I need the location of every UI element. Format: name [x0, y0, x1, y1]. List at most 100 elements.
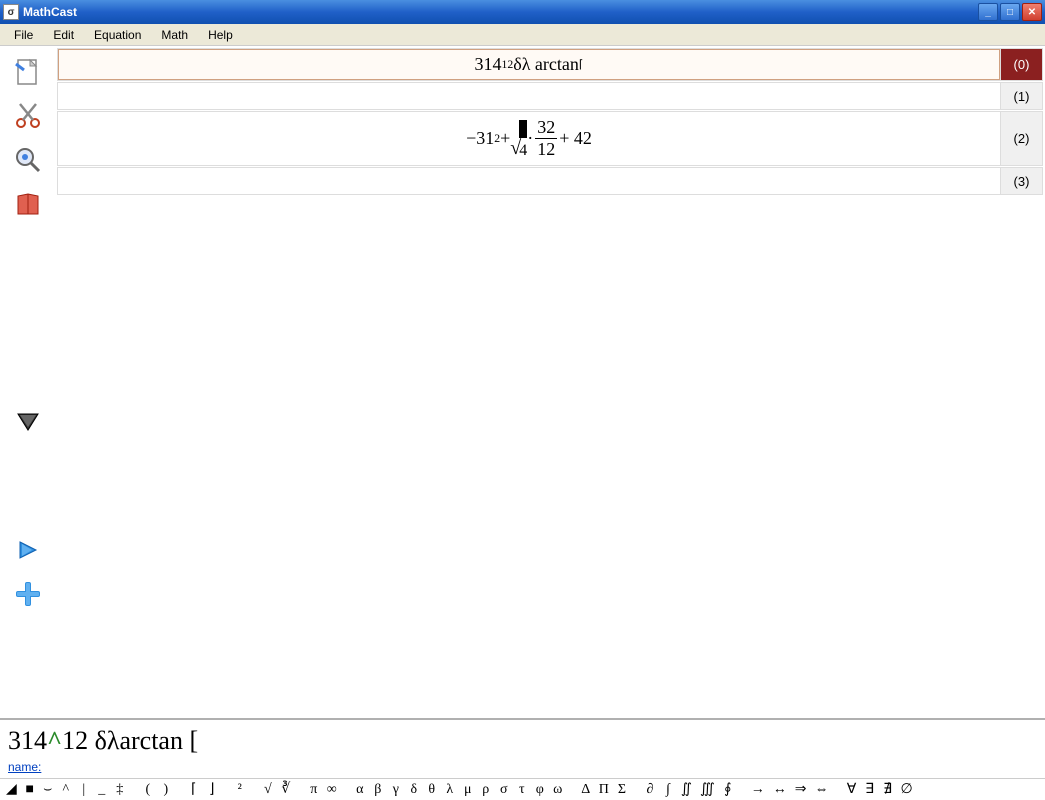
- equation-row-1[interactable]: (1): [57, 82, 1043, 110]
- symbol-32[interactable]: φ: [531, 782, 549, 798]
- menu-math[interactable]: Math: [151, 26, 198, 44]
- eq2-sqrt-arg: 4: [519, 142, 527, 159]
- scissors-icon: [12, 100, 44, 132]
- symbol-24[interactable]: γ: [387, 782, 405, 798]
- menubar: File Edit Equation Math Help: [0, 24, 1045, 46]
- new-doc-icon: [12, 56, 44, 88]
- symbol-4[interactable]: |: [75, 782, 93, 798]
- symbol-50[interactable]: ∀: [843, 781, 861, 798]
- equation-input[interactable]: 314^12 δλarctan [: [0, 720, 1045, 758]
- symbol-20[interactable]: ∞: [323, 782, 341, 798]
- new-document-button[interactable]: [8, 52, 48, 92]
- symbol-0[interactable]: ◢: [2, 781, 21, 798]
- bottom-panel: 314^12 δλarctan [ name: ◢■⌣^|_‡ () ⌈⌋ ² √∛ π∞…: [0, 718, 1045, 800]
- symbol-42[interactable]: ∭: [696, 781, 719, 798]
- symbol-9[interactable]: ): [157, 782, 175, 798]
- symbol-43[interactable]: ∮: [719, 781, 737, 798]
- symbol-47[interactable]: ⇒: [791, 781, 811, 798]
- equation-number-0: (0): [1000, 49, 1042, 80]
- cut-button[interactable]: [8, 96, 48, 136]
- equation-content-1[interactable]: [58, 83, 1000, 109]
- symbol-17[interactable]: ∛: [277, 781, 295, 798]
- symbol-29[interactable]: ρ: [477, 782, 495, 798]
- eq2-dot: ·: [527, 128, 533, 149]
- close-button[interactable]: ✕: [1022, 3, 1042, 21]
- symbol-25[interactable]: δ: [405, 782, 423, 798]
- menu-file[interactable]: File: [4, 26, 43, 44]
- symbol-2[interactable]: ⌣: [39, 782, 57, 798]
- symbol-19[interactable]: π: [305, 782, 323, 798]
- equation-panel: 31412δλ arctan⌈ (0) (1) −312 + √ 4 ·: [55, 46, 1045, 718]
- eq2-lead: −31: [466, 128, 494, 149]
- preview-button[interactable]: [8, 140, 48, 180]
- symbol-11[interactable]: ⌈: [185, 781, 203, 798]
- name-link[interactable]: name:: [8, 760, 41, 774]
- symbol-35[interactable]: Δ: [577, 782, 595, 798]
- maximize-button[interactable]: □: [1000, 3, 1020, 21]
- sqrt-expression: √ 4: [510, 118, 527, 160]
- eq2-fraction: 32 12: [535, 117, 557, 160]
- symbol-16[interactable]: √: [259, 782, 277, 798]
- main-area: 31412δλ arctan⌈ (0) (1) −312 + √ 4 ·: [0, 46, 1045, 718]
- titlebar: σ MathCast _ □ ✕: [0, 0, 1045, 24]
- symbol-6[interactable]: ‡: [111, 782, 129, 798]
- equation-content-3[interactable]: [58, 168, 1000, 194]
- plus-icon: [12, 578, 44, 610]
- symbol-8[interactable]: (: [139, 782, 157, 798]
- eq2-frac-num: 32: [535, 117, 557, 139]
- menu-equation[interactable]: Equation: [84, 26, 151, 44]
- window-controls: _ □ ✕: [978, 3, 1042, 21]
- input-part2: 12 δλarctan [: [62, 726, 198, 755]
- book-button[interactable]: [8, 184, 48, 224]
- symbol-27[interactable]: λ: [441, 782, 459, 798]
- nav-right-button[interactable]: [8, 530, 48, 570]
- eq2-plus1: +: [500, 128, 510, 149]
- symbol-bar: ◢■⌣^|_‡ () ⌈⌋ ² √∛ π∞ αβγδθλμρστφωΔΠΣ ∂∫∬∭∮ →↔⇒⇔…: [0, 778, 1045, 800]
- symbol-40[interactable]: ∫: [659, 782, 677, 798]
- symbol-45[interactable]: →: [747, 782, 769, 798]
- symbol-41[interactable]: ∬: [677, 781, 696, 798]
- symbol-12[interactable]: ⌋: [203, 781, 221, 798]
- equation-row-0[interactable]: 31412δλ arctan⌈ (0): [57, 48, 1043, 81]
- symbol-5[interactable]: _: [93, 782, 111, 798]
- symbol-26[interactable]: θ: [423, 782, 441, 798]
- eq2-frac-den: 12: [535, 139, 557, 160]
- symbol-28[interactable]: μ: [459, 782, 477, 798]
- symbol-3[interactable]: ^: [57, 782, 75, 798]
- menu-edit[interactable]: Edit: [43, 26, 84, 44]
- symbol-30[interactable]: σ: [495, 782, 513, 798]
- dropdown-triangle-icon: [12, 406, 44, 438]
- equation-number-3: (3): [1000, 168, 1042, 194]
- app-icon: σ: [3, 4, 19, 20]
- eq0-base: 314: [475, 54, 502, 75]
- symbol-23[interactable]: β: [369, 782, 387, 798]
- book-icon: [12, 188, 44, 220]
- symbol-39[interactable]: ∂: [641, 782, 659, 798]
- add-button[interactable]: [8, 574, 48, 614]
- edit-cursor: [519, 120, 527, 138]
- minimize-button[interactable]: _: [978, 3, 998, 21]
- eq0-mid: δλ arctan: [513, 54, 579, 75]
- eq2-plus2: + 42: [559, 128, 592, 149]
- menu-help[interactable]: Help: [198, 26, 243, 44]
- symbol-31[interactable]: τ: [513, 782, 531, 798]
- equation-row-2[interactable]: −312 + √ 4 · 32 12 + 42 (2): [57, 111, 1043, 166]
- symbol-33[interactable]: ω: [549, 782, 567, 798]
- symbol-14[interactable]: ²: [231, 782, 249, 798]
- equation-number-1: (1): [1000, 83, 1042, 109]
- symbol-51[interactable]: ∃: [861, 781, 879, 798]
- equation-row-3[interactable]: (3): [57, 167, 1043, 195]
- dropdown-button[interactable]: [8, 402, 48, 442]
- symbol-46[interactable]: ↔: [769, 782, 791, 798]
- symbol-1[interactable]: ■: [21, 782, 39, 798]
- symbol-36[interactable]: Π: [595, 782, 613, 798]
- equation-content-0[interactable]: 31412δλ arctan⌈: [58, 49, 1000, 80]
- equation-number-2: (2): [1000, 112, 1042, 165]
- symbol-53[interactable]: ∅: [897, 781, 917, 798]
- magnify-icon: [12, 144, 44, 176]
- symbol-48[interactable]: ⇔: [811, 782, 833, 798]
- equation-content-2[interactable]: −312 + √ 4 · 32 12 + 42: [58, 112, 1000, 165]
- symbol-22[interactable]: α: [351, 782, 369, 798]
- symbol-37[interactable]: Σ: [613, 782, 631, 798]
- symbol-52[interactable]: ∄: [879, 781, 897, 798]
